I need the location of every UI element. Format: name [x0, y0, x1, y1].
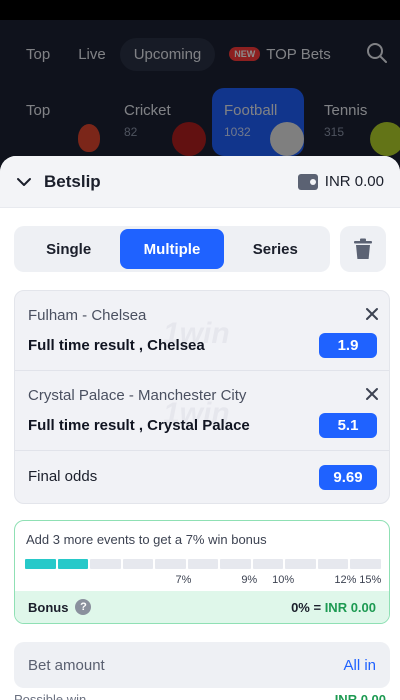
- bet-amount-field[interactable]: Bet amount All in: [14, 642, 390, 688]
- bonus-amount: INR 0.00: [324, 599, 376, 615]
- possible-win-value: INR 0.00: [334, 692, 386, 700]
- bet-type-row: Single Multiple Series: [14, 226, 386, 272]
- bet-amount-label: Bet amount: [28, 656, 105, 674]
- tab-single[interactable]: Single: [17, 229, 120, 269]
- progress-segment: [90, 559, 121, 569]
- bet-match: Crystal Palace - Manchester City: [28, 387, 247, 404]
- bet-type-tabs: Single Multiple Series: [14, 226, 330, 272]
- bonus-card: Add 3 more events to get a 7% win bonus …: [14, 520, 390, 624]
- close-icon[interactable]: [365, 307, 379, 321]
- bonus-marks: 7% 9% 10% 12% 15%: [25, 574, 381, 588]
- bonus-mark: 7%: [175, 574, 192, 586]
- possible-win-row: Possible win INR 0.00: [14, 692, 386, 700]
- bonus-mark: 12%: [334, 574, 357, 586]
- bet-pick: Full time result , Crystal Palace: [28, 417, 250, 434]
- progress-segment: [25, 559, 56, 569]
- tab-series[interactable]: Series: [224, 229, 327, 269]
- bet-pick: Full time result , Chelsea: [28, 337, 205, 354]
- bet-match: Fulham - Chelsea: [28, 307, 147, 324]
- final-odds-row: Final odds 9.69: [15, 451, 389, 503]
- help-icon[interactable]: ?: [75, 599, 92, 615]
- bonus-percent: 0% =: [291, 599, 322, 615]
- balance-value: INR 0.00: [324, 173, 384, 190]
- progress-segment: [252, 559, 284, 569]
- betslip-title: Betslip: [44, 171, 101, 191]
- clear-betslip-button[interactable]: [340, 226, 386, 272]
- tab-multiple[interactable]: Multiple: [120, 229, 224, 269]
- bonus-mark: 15%: [359, 574, 382, 586]
- bets-list: 1win 1win Fulham - Chelsea Full time res…: [14, 290, 390, 504]
- bonus-value: 0% = INR 0.00: [291, 600, 376, 615]
- progress-segment: [317, 559, 349, 569]
- bonus-info: Add 3 more events to get a 7% win bonus: [26, 532, 267, 547]
- progress-segment: [155, 559, 186, 569]
- progress-segment: [57, 559, 89, 569]
- balance: INR 0.00: [297, 173, 384, 190]
- chevron-down-icon[interactable]: [16, 174, 32, 190]
- bonus-mark: 10%: [272, 574, 295, 586]
- progress-segment: [350, 559, 382, 569]
- bonus-mark: 9%: [241, 574, 258, 586]
- wallet-icon: [297, 173, 318, 190]
- final-odds-label: Final odds: [28, 468, 98, 485]
- bet-odds: 5.1: [319, 413, 377, 438]
- bonus-label: Bonus: [28, 599, 69, 615]
- final-odds-value: 9.69: [319, 465, 377, 490]
- bonus-progress: [25, 559, 382, 569]
- progress-segment: [187, 559, 219, 569]
- all-in-button[interactable]: All in: [343, 657, 376, 674]
- bet-item: Fulham - Chelsea Full time result , Chel…: [15, 291, 389, 371]
- progress-segment: [220, 559, 251, 569]
- betslip-header[interactable]: Betslip INR 0.00: [0, 156, 400, 208]
- bet-item: Crystal Palace - Manchester City Full ti…: [15, 371, 389, 451]
- bonus-summary: Bonus ? 0% = INR 0.00: [15, 591, 389, 623]
- progress-segment: [122, 559, 154, 569]
- progress-segment: [285, 559, 316, 569]
- trash-icon: [354, 238, 372, 259]
- possible-win-label: Possible win: [14, 692, 87, 700]
- bet-odds: 1.9: [319, 333, 377, 358]
- close-icon[interactable]: [365, 387, 379, 401]
